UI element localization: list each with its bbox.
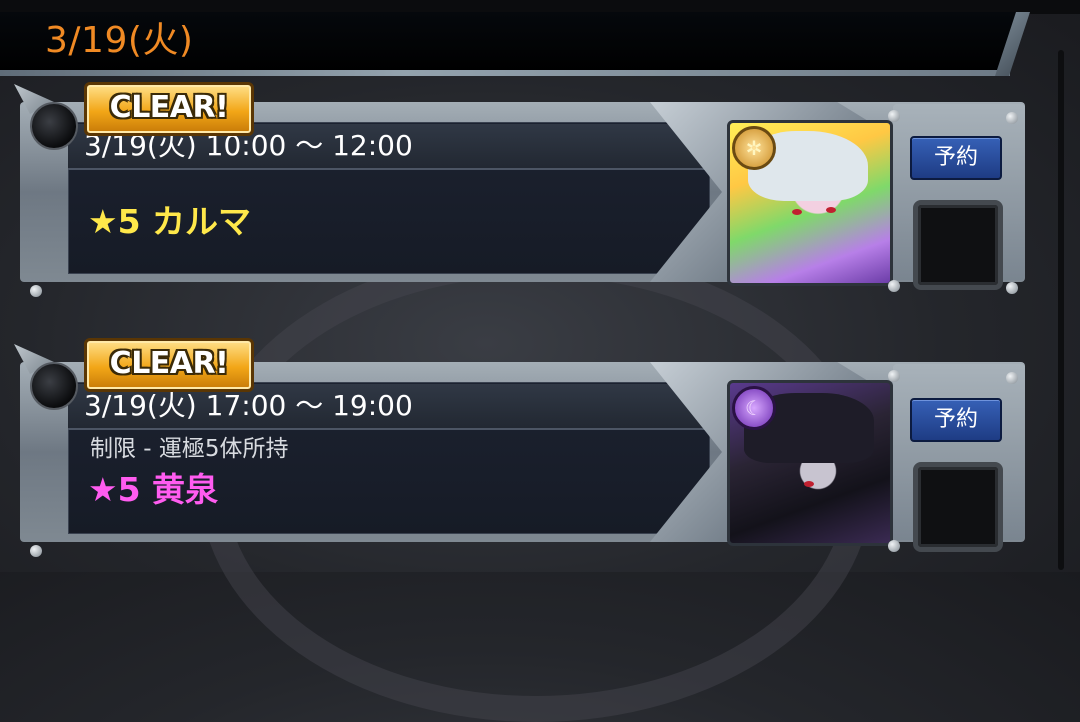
event-card-2[interactable]: 3/19(火) 17:00 〜 19:00 制限 - 運極5体所持 ★5 黄泉 …: [0, 338, 1040, 557]
portrait-eye: [826, 207, 836, 213]
restriction-text: 制限 - 運極5体所持: [90, 436, 289, 462]
event-card-1[interactable]: 3/19(火) 10:00 〜 12:00 ★5 カルマ ✲ 予約 CLEAR!: [0, 80, 1040, 297]
light-element-icon: ✲: [732, 126, 776, 170]
scrollbar[interactable]: [1058, 50, 1064, 570]
rivet: [30, 285, 42, 297]
quest-name: ★5 カルマ: [88, 202, 252, 241]
corner-knob: [30, 362, 78, 410]
reserve-button[interactable]: 予約: [910, 398, 1002, 442]
quest-name: ★5 黄泉: [88, 470, 219, 509]
rivet: [888, 370, 900, 382]
portrait-eye: [804, 481, 814, 487]
divider: [68, 168, 708, 170]
clear-badge: CLEAR!: [84, 338, 254, 392]
rivet: [888, 280, 900, 292]
date-header-frame: [0, 70, 1010, 76]
reserve-checkbox[interactable]: [913, 200, 1003, 290]
dark-element-icon: ☾: [732, 386, 776, 430]
rivet: [1006, 112, 1018, 124]
rivet: [1006, 372, 1018, 384]
portrait-eye: [792, 209, 802, 215]
rivet: [30, 545, 42, 557]
rivet: [888, 540, 900, 552]
rivet: [888, 110, 900, 122]
reserve-button[interactable]: 予約: [910, 136, 1002, 180]
date-title: 3/19(火): [45, 20, 194, 61]
top-bar: [0, 0, 1080, 14]
clear-badge: CLEAR!: [84, 82, 254, 136]
reserve-checkbox[interactable]: [913, 462, 1003, 552]
event-time: 3/19(火) 17:00 〜 19:00: [84, 389, 413, 422]
rivet: [1006, 282, 1018, 294]
corner-knob: [30, 102, 78, 150]
divider: [68, 428, 708, 430]
